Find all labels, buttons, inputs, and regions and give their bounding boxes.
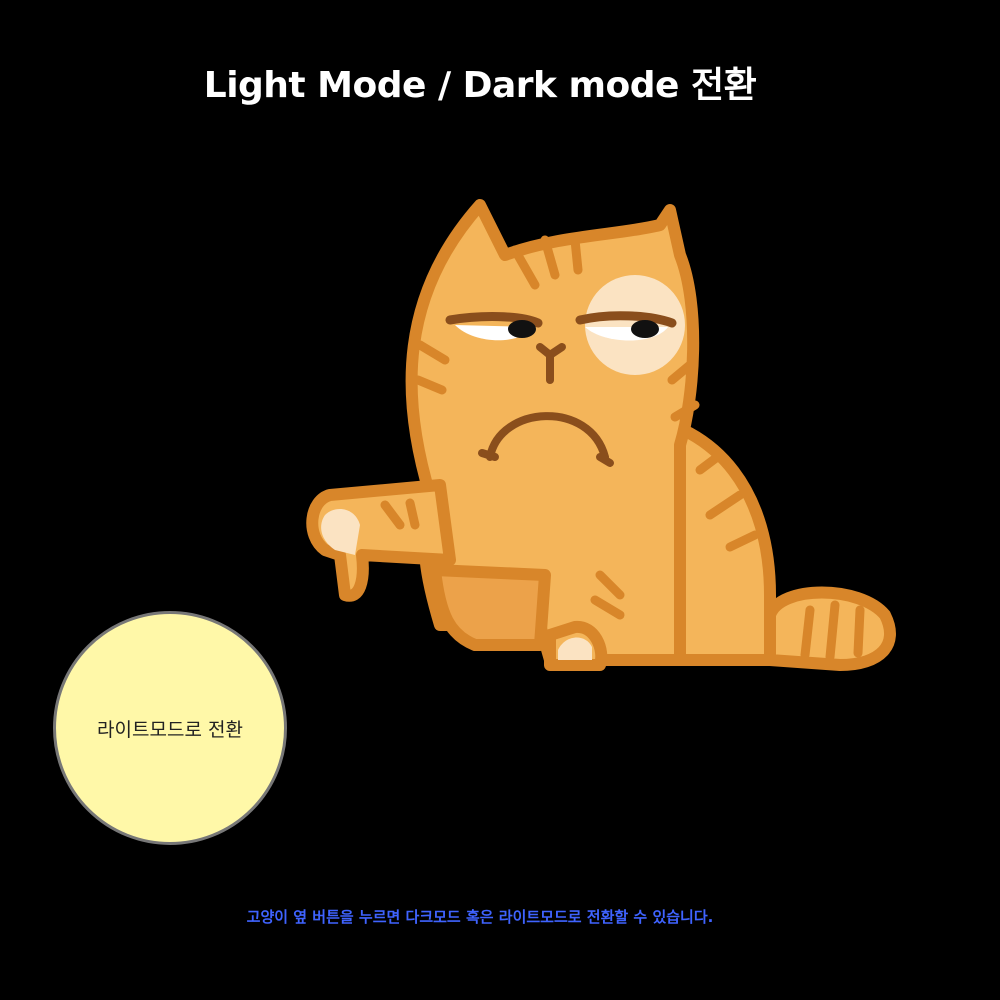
- grumpy-cat-illustration: [300, 195, 900, 675]
- instruction-text: 고양이 옆 버튼을 누르면 다크모드 혹은 라이트모드로 전환할 수 있습니다.: [246, 908, 714, 926]
- page-title: Light Mode / Dark mode 전환: [203, 65, 757, 106]
- toggle-button-label: 라이트모드로 전환: [97, 718, 243, 741]
- light-mode-toggle-button[interactable]: 라이트모드로 전환: [53, 611, 287, 845]
